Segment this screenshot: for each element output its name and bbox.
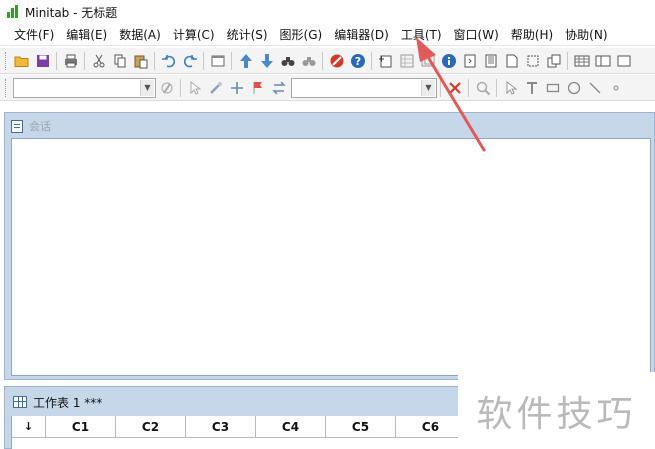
graph-attribute-select[interactable]: ▼ <box>291 77 437 98</box>
worksheet-list-icon[interactable] <box>396 50 417 71</box>
session-title: 会话 <box>29 120 51 133</box>
menu-editor[interactable]: 编辑器(D) <box>328 24 395 46</box>
worksheet-title: 工作表 1 *** <box>33 395 103 410</box>
flag-icon[interactable] <box>247 77 268 98</box>
find-icon[interactable] <box>277 50 298 71</box>
paste-icon[interactable] <box>130 50 151 71</box>
brush-icon[interactable] <box>205 77 226 98</box>
copy-icon[interactable] <box>109 50 130 71</box>
menu-tools[interactable]: 工具(T) <box>395 24 448 46</box>
graph-toolbar: ▼ ▼ <box>0 75 655 101</box>
column-header[interactable]: C4 <box>256 416 326 438</box>
menu-data[interactable]: 数据(A) <box>113 24 167 46</box>
graph-element-select[interactable]: ▼ <box>13 77 156 98</box>
crosshair-icon[interactable] <box>226 77 247 98</box>
notepad-icon[interactable] <box>480 50 501 71</box>
column-header[interactable]: C3 <box>186 416 256 438</box>
session-window: 会话 <box>4 112 655 380</box>
zoom-icon[interactable] <box>472 77 493 98</box>
title-bar: Minitab - 无标题 <box>0 0 655 24</box>
ellipse-tool-icon[interactable] <box>563 77 584 98</box>
column-header[interactable]: C5 <box>326 416 396 438</box>
arrow-down-icon[interactable] <box>256 50 277 71</box>
chevron-down-icon[interactable]: ▼ <box>140 79 154 96</box>
save-icon[interactable] <box>32 50 53 71</box>
session-output-area[interactable] <box>11 138 651 376</box>
column-header[interactable]: C2 <box>116 416 186 438</box>
layout-icon[interactable] <box>613 50 634 71</box>
cut-icon[interactable] <box>88 50 109 71</box>
chevron-down-icon[interactable]: ▼ <box>421 79 435 96</box>
swap-icon[interactable] <box>268 77 289 98</box>
watermark: 软件技巧 <box>458 372 655 449</box>
table-icon[interactable] <box>571 50 592 71</box>
menu-bar: 文件(F) 编辑(E) 数据(A) 计算(C) 统计(S) 图形(G) 编辑器(… <box>0 24 655 46</box>
menu-calc[interactable]: 计算(C) <box>167 24 221 46</box>
new-page-icon[interactable] <box>501 50 522 71</box>
select-arrow-icon[interactable] <box>500 77 521 98</box>
standard-toolbar: ? <box>0 48 655 74</box>
menu-stat[interactable]: 统计(S) <box>221 24 274 46</box>
window-icon[interactable] <box>207 50 228 71</box>
line-tool-icon[interactable] <box>584 77 605 98</box>
column-header[interactable]: C6 <box>396 416 466 438</box>
help-icon[interactable]: ? <box>347 50 368 71</box>
window-title: Minitab - 无标题 <box>25 5 118 20</box>
split-view-icon[interactable] <box>592 50 613 71</box>
brush-color-icon[interactable] <box>156 77 177 98</box>
menu-graph[interactable]: 图形(G) <box>274 24 329 46</box>
open-folder-icon[interactable] <box>11 50 32 71</box>
toolbar-grip[interactable] <box>5 78 8 97</box>
menu-file[interactable]: 文件(F) <box>8 24 60 46</box>
toolbar-grip[interactable] <box>5 51 8 70</box>
dot-tool-icon[interactable] <box>605 77 626 98</box>
data-direction-arrow-icon[interactable]: ↓ <box>12 416 46 438</box>
report-pad-icon[interactable] <box>459 50 480 71</box>
arrow-up-icon[interactable] <box>235 50 256 71</box>
pointer-icon[interactable] <box>184 77 205 98</box>
cancel-icon[interactable] <box>326 50 347 71</box>
session-title-bar[interactable]: 会话 <box>11 117 51 135</box>
delete-x-icon[interactable] <box>444 77 465 98</box>
redo-icon[interactable] <box>179 50 200 71</box>
svg-text:?: ? <box>354 55 360 68</box>
worksheet-grid-icon <box>13 396 27 408</box>
copy-graph-icon[interactable] <box>543 50 564 71</box>
session-icon <box>11 119 23 133</box>
menu-edit[interactable]: 编辑(E) <box>60 24 113 46</box>
menu-assistant[interactable]: 协助(N) <box>559 24 613 46</box>
menu-window[interactable]: 窗口(W) <box>448 24 505 46</box>
menu-help[interactable]: 帮助(H) <box>505 24 559 46</box>
new-worksheet-icon[interactable] <box>375 50 396 71</box>
find-next-icon[interactable] <box>298 50 319 71</box>
info-icon[interactable] <box>438 50 459 71</box>
minitab-logo-icon <box>6 5 20 19</box>
column-header[interactable]: C1 <box>46 416 116 438</box>
undo-icon[interactable] <box>158 50 179 71</box>
worksheet-title-bar[interactable]: 工作表 1 *** <box>13 393 102 411</box>
print-icon[interactable] <box>60 50 81 71</box>
text-tool-icon[interactable] <box>521 77 542 98</box>
rectangle-tool-icon[interactable] <box>542 77 563 98</box>
graph-folder-icon[interactable] <box>417 50 438 71</box>
select-region-icon[interactable] <box>522 50 543 71</box>
